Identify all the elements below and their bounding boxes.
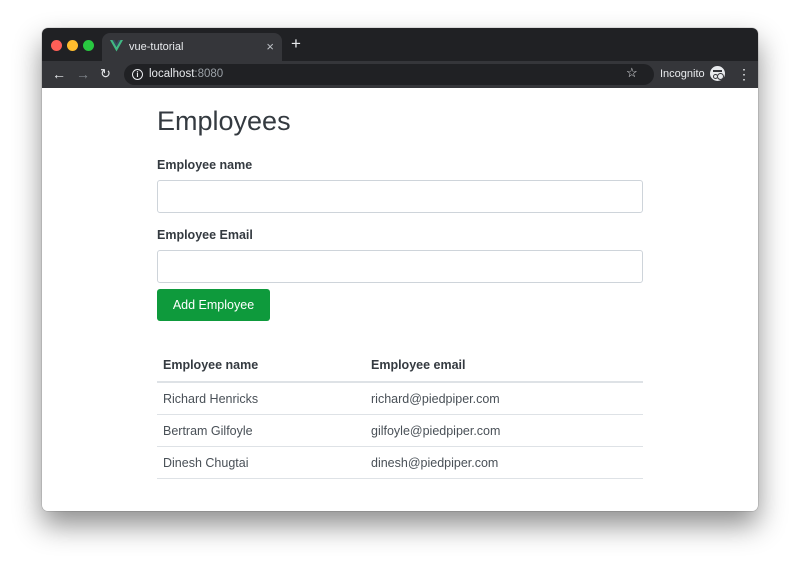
employee-email-label: Employee Email <box>157 228 253 242</box>
close-window-button[interactable] <box>51 40 62 51</box>
table-row: Bertram Gilfoyle gilfoyle@piedpiper.com <box>157 414 643 447</box>
employee-email-cell: gilfoyle@piedpiper.com <box>365 414 643 447</box>
employee-name-cell: Richard Henricks <box>157 382 365 415</box>
url-host: localhost <box>149 68 195 80</box>
incognito-label: Incognito <box>660 68 705 80</box>
bookmark-star-icon[interactable]: ☆ <box>626 65 638 81</box>
incognito-icon[interactable] <box>710 66 725 81</box>
close-tab-icon[interactable]: × <box>266 39 274 54</box>
tab-strip: vue-tutorial × + <box>42 28 758 61</box>
employee-table: Employee name Employee email Richard Hen… <box>157 348 643 479</box>
tab-title: vue-tutorial <box>129 41 184 53</box>
browser-toolbar: ← → ↻ i localhost:8080 ☆ Incognito ⋮ <box>42 61 758 88</box>
employee-email-input[interactable] <box>157 250 643 283</box>
forward-button[interactable]: → <box>76 65 90 83</box>
back-button[interactable]: ← <box>52 65 66 83</box>
column-header-name: Employee name <box>157 348 365 383</box>
employee-name-cell: Dinesh Chugtai <box>157 446 365 479</box>
table-row: Dinesh Chugtai dinesh@piedpiper.com <box>157 446 643 479</box>
employee-email-cell: richard@piedpiper.com <box>365 382 643 415</box>
maximize-window-button[interactable] <box>83 40 94 51</box>
employee-name-label: Employee name <box>157 158 253 172</box>
minimize-window-button[interactable] <box>67 40 78 51</box>
page-content: Employees Employee name Employee Email A… <box>42 88 758 511</box>
browser-tab[interactable]: vue-tutorial × <box>102 33 282 61</box>
browser-window: vue-tutorial × + ← → ↻ i localhost:8080 … <box>42 28 758 511</box>
employee-email-cell: dinesh@piedpiper.com <box>365 446 643 479</box>
add-employee-button[interactable]: Add Employee <box>157 289 270 321</box>
table-row: Richard Henricks richard@piedpiper.com <box>157 382 643 415</box>
reload-button[interactable]: ↻ <box>100 65 111 83</box>
employee-name-cell: Bertram Gilfoyle <box>157 414 365 447</box>
column-header-email: Employee email <box>365 348 643 383</box>
url-text[interactable]: localhost:8080 <box>149 68 223 80</box>
url-port: :8080 <box>194 68 224 80</box>
vue-logo-icon <box>110 40 123 52</box>
table-header-row: Employee name Employee email <box>157 348 643 383</box>
new-tab-button[interactable]: + <box>291 34 301 54</box>
address-bar[interactable]: i localhost:8080 <box>124 64 654 85</box>
employee-name-input[interactable] <box>157 180 643 213</box>
site-info-icon[interactable]: i <box>132 69 143 80</box>
page-title: Employees <box>157 106 291 136</box>
browser-menu-icon[interactable]: ⋮ <box>737 65 751 83</box>
